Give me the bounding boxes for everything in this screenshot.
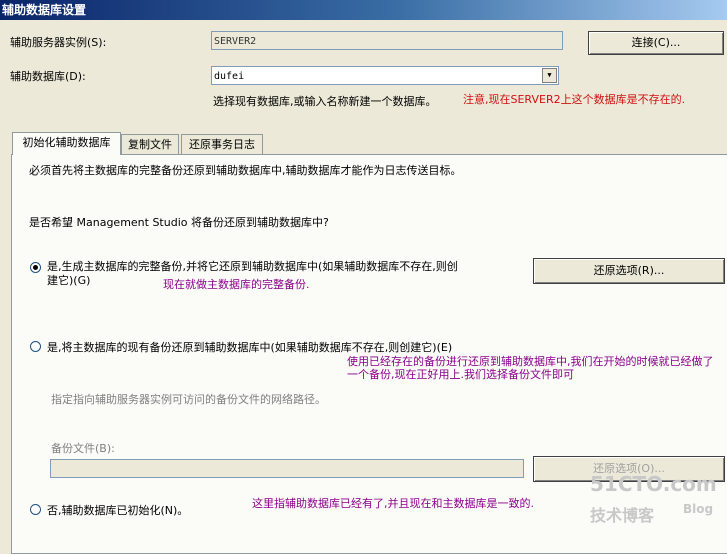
watermark-text-3: Blog <box>683 502 714 516</box>
option1-note: 现在就做主数据库的完整备份. <box>163 278 310 291</box>
secondary-database-combobox[interactable]: dufei ▼ <box>211 66 559 85</box>
database-hint: 选择现有数据库,或输入名称新建一个数据库。 <box>213 95 437 108</box>
dialog-title-bar: 辅助数据库设置 <box>0 0 727 20</box>
dialog-title: 辅助数据库设置 <box>2 3 87 17</box>
watermark-text-1: 51CTO.com <box>590 472 717 496</box>
backup-path-hint: 指定指向辅助服务器实例可访问的备份文件的网络路径。 <box>51 393 326 406</box>
chevron-down-icon[interactable]: ▼ <box>542 68 557 83</box>
backup-file-label: 备份文件(B): <box>51 442 115 455</box>
tab-restore-log[interactable]: 还原事务日志 <box>181 134 263 154</box>
tab-initialize-secondary[interactable]: 初始化辅助数据库 <box>12 132 121 155</box>
server-instance-field: SERVER2 <box>211 31 563 50</box>
panel-intro: 必须首先将主数据库的完整备份还原到辅助数据库中,辅助数据库才能作为日志传送目标。 <box>29 164 462 177</box>
radio-generate-full-backup[interactable] <box>30 262 41 273</box>
connect-button[interactable]: 连接(C)... <box>588 31 724 55</box>
option2-text[interactable]: 是,将主数据库的现有备份还原到辅助数据库中(如果辅助数据库不存在,则创建它)(E… <box>47 339 452 355</box>
secondary-database-label: 辅助数据库(D): <box>10 70 86 83</box>
tab-copy-files[interactable]: 复制文件 <box>121 134 179 154</box>
database-note: 注意,现在SERVER2上这个数据库是不存在的. <box>463 93 686 106</box>
option2-note: 使用已经存在的备份进行还原到辅助数据库中,我们在开始的时候就已经做了一个备份,现… <box>347 355 714 381</box>
backup-file-field <box>50 459 524 478</box>
option3-text[interactable]: 否,辅助数据库已初始化(N)。 <box>47 502 188 518</box>
option1-line1: 是,生成主数据库的完整备份,并将它还原到辅助数据库中(如果辅助数据库不存在,则创 <box>47 260 458 273</box>
secondary-database-value: dufei <box>214 71 245 82</box>
option3-note: 这里指辅助数据库已经有了,并且现在和主数据库是一致的. <box>252 497 534 510</box>
restore-options-button[interactable]: 还原选项(R)... <box>533 258 725 284</box>
panel-question: 是否希望 Management Studio 将备份还原到辅助数据库中? <box>29 216 329 229</box>
radio-restore-existing-backup[interactable] <box>30 341 41 352</box>
server-instance-label: 辅助服务器实例(S): <box>10 36 107 49</box>
watermark-text-2: 技术博客 <box>590 506 655 525</box>
radio-already-initialized[interactable] <box>30 504 41 515</box>
